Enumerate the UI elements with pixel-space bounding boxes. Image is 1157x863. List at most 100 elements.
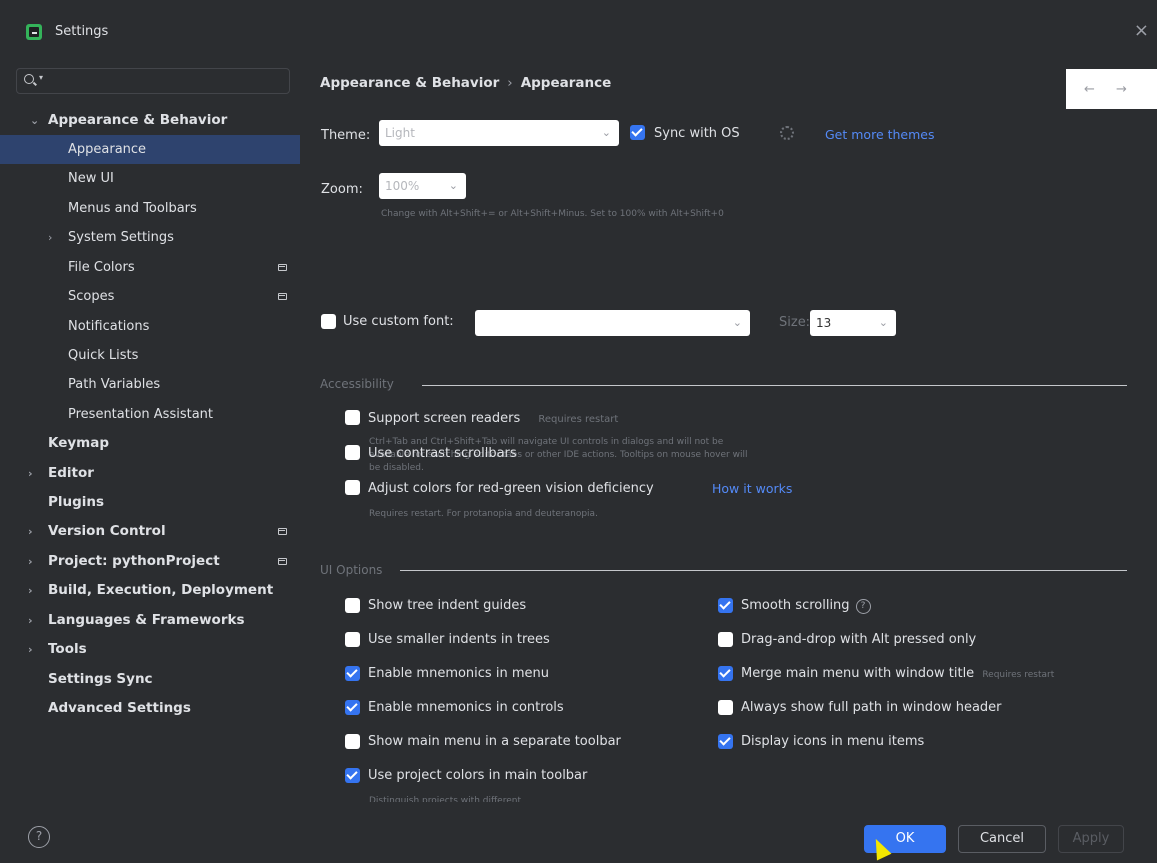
support-screen-readers-checkbox[interactable] bbox=[345, 410, 360, 425]
sidebar-item-file-colors[interactable]: File Colors bbox=[0, 253, 300, 282]
sidebar-item-label: System Settings bbox=[68, 230, 174, 245]
drag-drop-alt-checkbox[interactable] bbox=[718, 632, 733, 647]
sidebar-item-system-settings[interactable]: › System Settings bbox=[0, 223, 300, 252]
theme-select[interactable]: Light ⌄ bbox=[379, 120, 619, 146]
sidebar-item-appearance-behavior[interactable]: ⌄ Appearance & Behavior bbox=[0, 106, 300, 135]
theme-label: Theme: bbox=[321, 128, 371, 143]
sidebar-item-path-variables[interactable]: Path Variables bbox=[0, 370, 300, 399]
cancel-button[interactable]: Cancel bbox=[958, 825, 1046, 853]
sidebar-item-new-ui[interactable]: New UI bbox=[0, 164, 300, 193]
gear-icon[interactable] bbox=[780, 126, 794, 140]
sidebar-item-label: Menus and Toolbars bbox=[68, 201, 197, 216]
settings-search-box[interactable]: ▾ bbox=[16, 68, 290, 94]
sidebar-item-project[interactable]: › Project: pythonProject bbox=[0, 547, 300, 576]
project-scope-icon bbox=[278, 264, 287, 271]
show-tree-indent-guides-checkbox[interactable] bbox=[345, 598, 360, 613]
sidebar-item-scopes[interactable]: Scopes bbox=[0, 282, 300, 311]
project-colors-toolbar-checkbox[interactable] bbox=[345, 768, 360, 783]
support-screen-readers-label[interactable]: Support screen readers Requires restart bbox=[368, 411, 618, 426]
sidebar-item-tools[interactable]: › Tools bbox=[0, 635, 300, 664]
breadcrumb-separator: › bbox=[507, 75, 513, 91]
font-size-select[interactable]: 13 ⌄ bbox=[810, 310, 896, 336]
forward-arrow-icon[interactable]: → bbox=[1116, 82, 1127, 97]
sidebar-item-advanced-settings[interactable]: Advanced Settings bbox=[0, 694, 300, 723]
use-custom-font-label[interactable]: Use custom font: bbox=[343, 314, 454, 329]
sidebar-item-plugins[interactable]: Plugins bbox=[0, 488, 300, 517]
show-full-path-label[interactable]: Always show full path in window header bbox=[741, 700, 1002, 715]
chevron-right-icon[interactable]: › bbox=[28, 547, 33, 576]
use-custom-font-checkbox[interactable] bbox=[321, 314, 336, 329]
use-contrast-scrollbars-label[interactable]: Use contrast scrollbars bbox=[368, 446, 517, 461]
main-menu-separate-toolbar-label[interactable]: Show main menu in a separate toolbar bbox=[368, 734, 621, 749]
sidebar-item-label: Project: pythonProject bbox=[48, 553, 220, 569]
project-colors-toolbar-label[interactable]: Use project colors in main toolbar bbox=[368, 768, 587, 783]
sidebar-item-build-execution-deployment[interactable]: › Build, Execution, Deployment bbox=[0, 576, 300, 605]
sidebar-item-notifications[interactable]: Notifications bbox=[0, 312, 300, 341]
sidebar-item-label: Keymap bbox=[48, 435, 110, 451]
use-contrast-scrollbars-checkbox[interactable] bbox=[345, 445, 360, 460]
search-options-chevron-icon[interactable]: ▾ bbox=[39, 73, 43, 82]
sidebar-item-label: Languages & Frameworks bbox=[48, 612, 245, 628]
sync-with-os-checkbox[interactable] bbox=[630, 125, 645, 140]
sidebar-item-label: Notifications bbox=[68, 319, 150, 334]
back-arrow-icon[interactable]: ← bbox=[1084, 82, 1095, 97]
icons-in-menu-label[interactable]: Display icons in menu items bbox=[741, 734, 924, 749]
drag-drop-alt-label[interactable]: Drag-and-drop with Alt pressed only bbox=[741, 632, 976, 647]
custom-font-select[interactable]: ⌄ bbox=[475, 310, 750, 336]
chevron-right-icon[interactable]: › bbox=[28, 635, 33, 664]
accessibility-section-header: Accessibility bbox=[320, 377, 394, 391]
smaller-indents-label[interactable]: Use smaller indents in trees bbox=[368, 632, 550, 647]
sidebar-item-languages-frameworks[interactable]: › Languages & Frameworks bbox=[0, 606, 300, 635]
chevron-right-icon[interactable]: › bbox=[28, 459, 33, 488]
breadcrumb-parent[interactable]: Appearance & Behavior bbox=[320, 75, 499, 91]
icons-in-menu-checkbox[interactable] bbox=[718, 734, 733, 749]
chevron-right-icon[interactable]: › bbox=[28, 517, 33, 546]
smaller-indents-checkbox[interactable] bbox=[345, 632, 360, 647]
red-green-deficiency-label[interactable]: Adjust colors for red-green vision defic… bbox=[368, 481, 654, 496]
red-green-deficiency-checkbox[interactable] bbox=[345, 480, 360, 495]
help-icon[interactable]: ? bbox=[28, 826, 50, 848]
section-divider bbox=[422, 385, 1127, 386]
mnemonics-menu-label[interactable]: Enable mnemonics in menu bbox=[368, 666, 549, 681]
smooth-scrolling-label[interactable]: Smooth scrolling? bbox=[741, 598, 871, 614]
sidebar-item-quick-lists[interactable]: Quick Lists bbox=[0, 341, 300, 370]
sidebar-item-menus-toolbars[interactable]: Menus and Toolbars bbox=[0, 194, 300, 223]
chevron-down-icon: ⌄ bbox=[448, 179, 458, 192]
mnemonics-controls-label[interactable]: Enable mnemonics in controls bbox=[368, 700, 564, 715]
sidebar-item-label: Presentation Assistant bbox=[68, 407, 213, 422]
chevron-right-icon[interactable]: › bbox=[48, 223, 52, 252]
support-screen-readers-text: Support screen readers bbox=[368, 411, 521, 426]
get-more-themes-link[interactable]: Get more themes bbox=[825, 127, 935, 142]
how-it-works-link[interactable]: How it works bbox=[712, 481, 792, 496]
red-green-hint: Requires restart. For protanopia and deu… bbox=[369, 509, 598, 519]
main-menu-separate-toolbar-checkbox[interactable] bbox=[345, 734, 360, 749]
sidebar-item-label: Appearance & Behavior bbox=[48, 112, 228, 128]
breadcrumb: Appearance & Behavior › Appearance bbox=[320, 75, 611, 91]
screen-readers-hint-line-3: be disabled. bbox=[369, 463, 424, 473]
close-icon[interactable]: × bbox=[1134, 20, 1149, 41]
sidebar-item-appearance[interactable]: Appearance bbox=[0, 135, 300, 164]
mnemonics-controls-checkbox[interactable] bbox=[345, 700, 360, 715]
sidebar-item-label: Settings Sync bbox=[48, 671, 153, 687]
chevron-right-icon[interactable]: › bbox=[28, 606, 33, 635]
sync-with-os-label[interactable]: Sync with OS bbox=[654, 126, 740, 141]
zoom-select[interactable]: 100% ⌄ bbox=[379, 173, 466, 199]
merge-main-menu-checkbox[interactable] bbox=[718, 666, 733, 681]
show-full-path-checkbox[interactable] bbox=[718, 700, 733, 715]
sidebar-item-keymap[interactable]: Keymap bbox=[0, 429, 300, 458]
sidebar-item-version-control[interactable]: › Version Control bbox=[0, 517, 300, 546]
chevron-down-icon[interactable]: ⌄ bbox=[30, 106, 39, 135]
mnemonics-menu-checkbox[interactable] bbox=[345, 666, 360, 681]
chevron-right-icon[interactable]: › bbox=[28, 576, 33, 605]
show-tree-indent-guides-label[interactable]: Show tree indent guides bbox=[368, 598, 526, 613]
sidebar-item-settings-sync[interactable]: Settings Sync bbox=[0, 665, 300, 694]
apply-button[interactable]: Apply bbox=[1058, 825, 1124, 853]
sidebar-item-label: Quick Lists bbox=[68, 348, 139, 363]
help-icon[interactable]: ? bbox=[855, 599, 871, 614]
settings-search-input[interactable] bbox=[47, 71, 283, 91]
title-bar: Settings × bbox=[0, 0, 1157, 62]
merge-main-menu-label[interactable]: Merge main menu with window title Requir… bbox=[741, 666, 1054, 681]
sidebar-item-editor[interactable]: › Editor bbox=[0, 459, 300, 488]
sidebar-item-presentation-assistant[interactable]: Presentation Assistant bbox=[0, 400, 300, 429]
smooth-scrolling-checkbox[interactable] bbox=[718, 598, 733, 613]
